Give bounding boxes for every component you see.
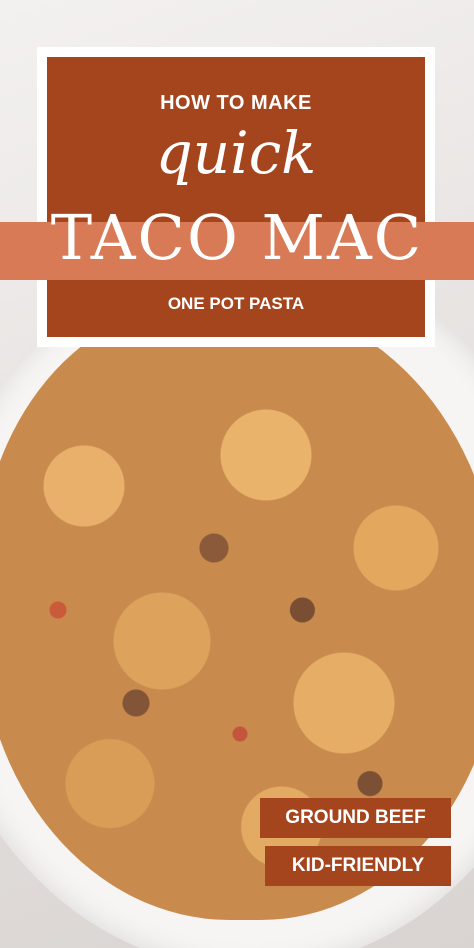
- title-line-quick: quick: [155, 119, 317, 187]
- title-line-taco-mac: TACO MAC: [50, 201, 424, 274]
- title-line-one-pot-pasta: ONE POT PASTA: [167, 294, 305, 313]
- badge-ground-beef: GROUND BEEF: [260, 798, 451, 838]
- badge-kid-friendly: KID-FRIENDLY: [265, 846, 451, 886]
- title-line-how-to-make: HOW TO MAKE: [160, 92, 312, 114]
